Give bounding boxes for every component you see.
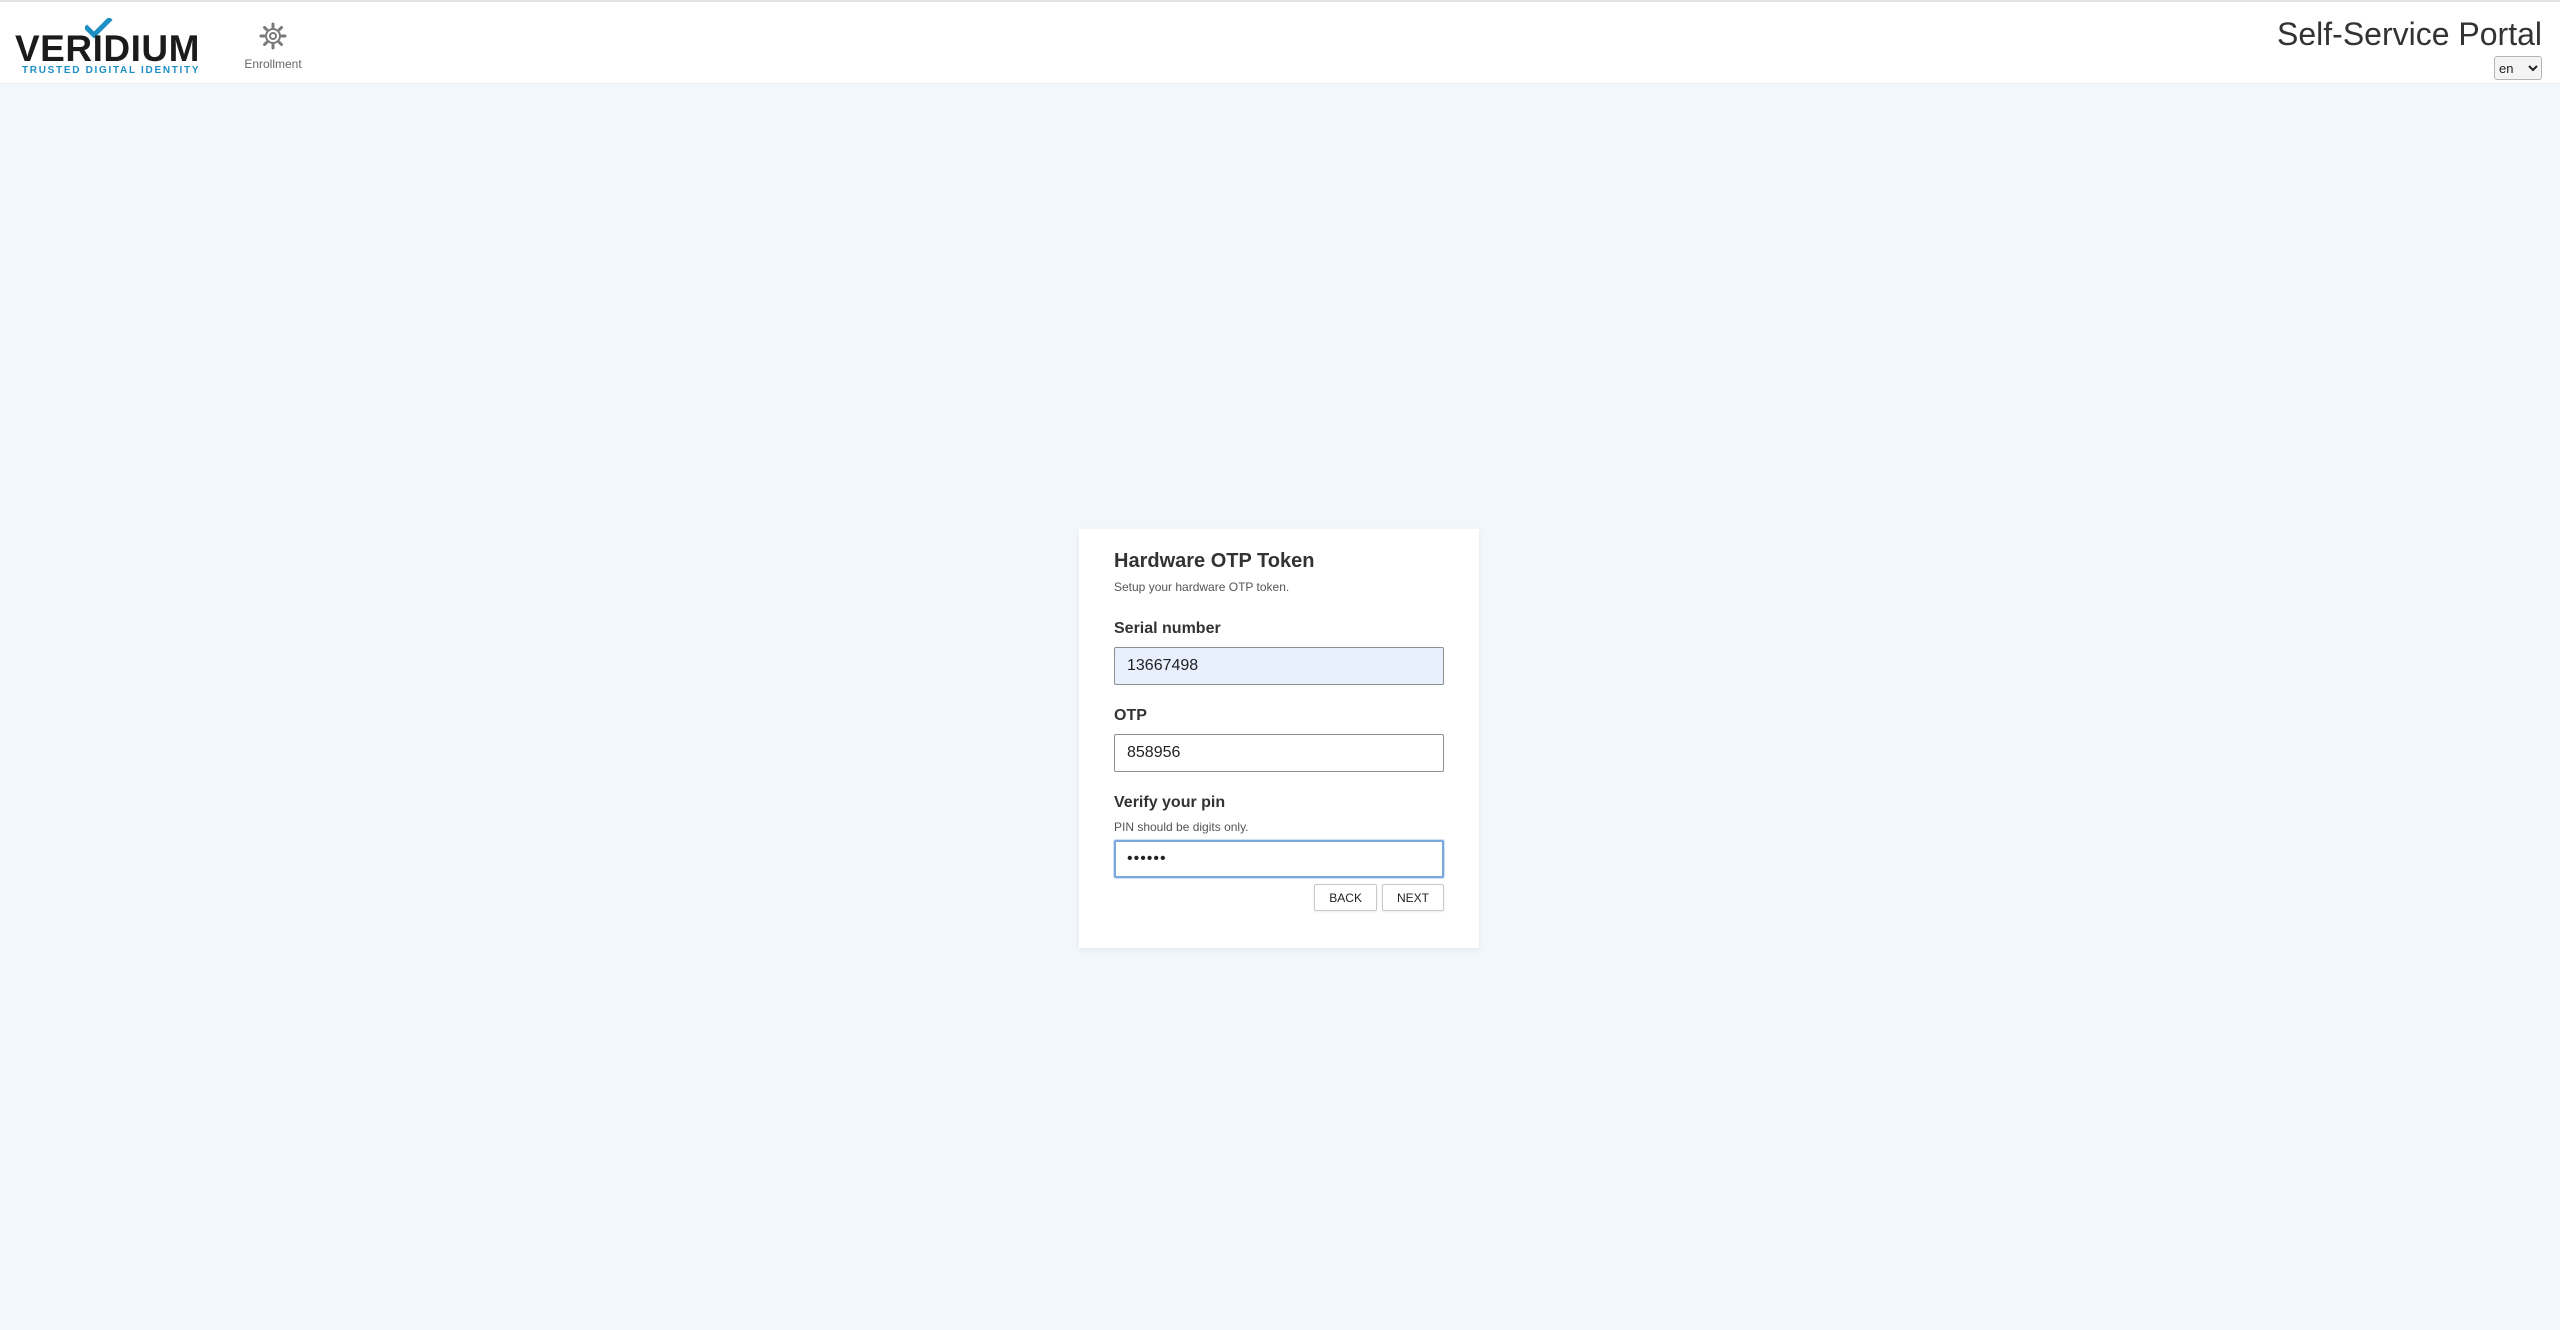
otp-label: OTP xyxy=(1114,707,1147,724)
portal-title: Self-Service Portal xyxy=(2277,16,2542,52)
gear-icon xyxy=(259,22,287,50)
otp-input[interactable] xyxy=(1114,734,1444,772)
top-header: VERIDIUM TRUSTED DIGITAL IDENTITY Enroll… xyxy=(0,0,2560,84)
verify-pin-label: Verify your pin xyxy=(1114,794,1226,811)
verify-pin-input[interactable] xyxy=(1114,840,1444,878)
pin-hint: PIN should be digits only. xyxy=(1114,820,1249,834)
nav-enrollment[interactable]: Enrollment xyxy=(240,18,306,78)
veridium-logo[interactable]: VERIDIUM TRUSTED DIGITAL IDENTITY xyxy=(15,18,199,78)
card-actions: BACK NEXT xyxy=(1314,884,1444,911)
nav-enrollment-label: Enrollment xyxy=(244,57,302,71)
serial-number-label: Serial number xyxy=(1114,620,1221,637)
card-title: Hardware OTP Token xyxy=(1114,550,1315,572)
language-select[interactable]: en xyxy=(2494,56,2542,80)
logo-tagline: TRUSTED DIGITAL IDENTITY xyxy=(22,65,201,76)
back-button[interactable]: BACK xyxy=(1314,884,1377,911)
card-subtitle: Setup your hardware OTP token. xyxy=(1114,580,1290,594)
logo-wordmark: VERIDIUM xyxy=(15,28,200,69)
serial-number-input[interactable] xyxy=(1114,647,1444,685)
next-button[interactable]: NEXT xyxy=(1381,884,1444,911)
hardware-otp-card: Hardware OTP Token Setup your hardware O… xyxy=(1079,529,1479,948)
